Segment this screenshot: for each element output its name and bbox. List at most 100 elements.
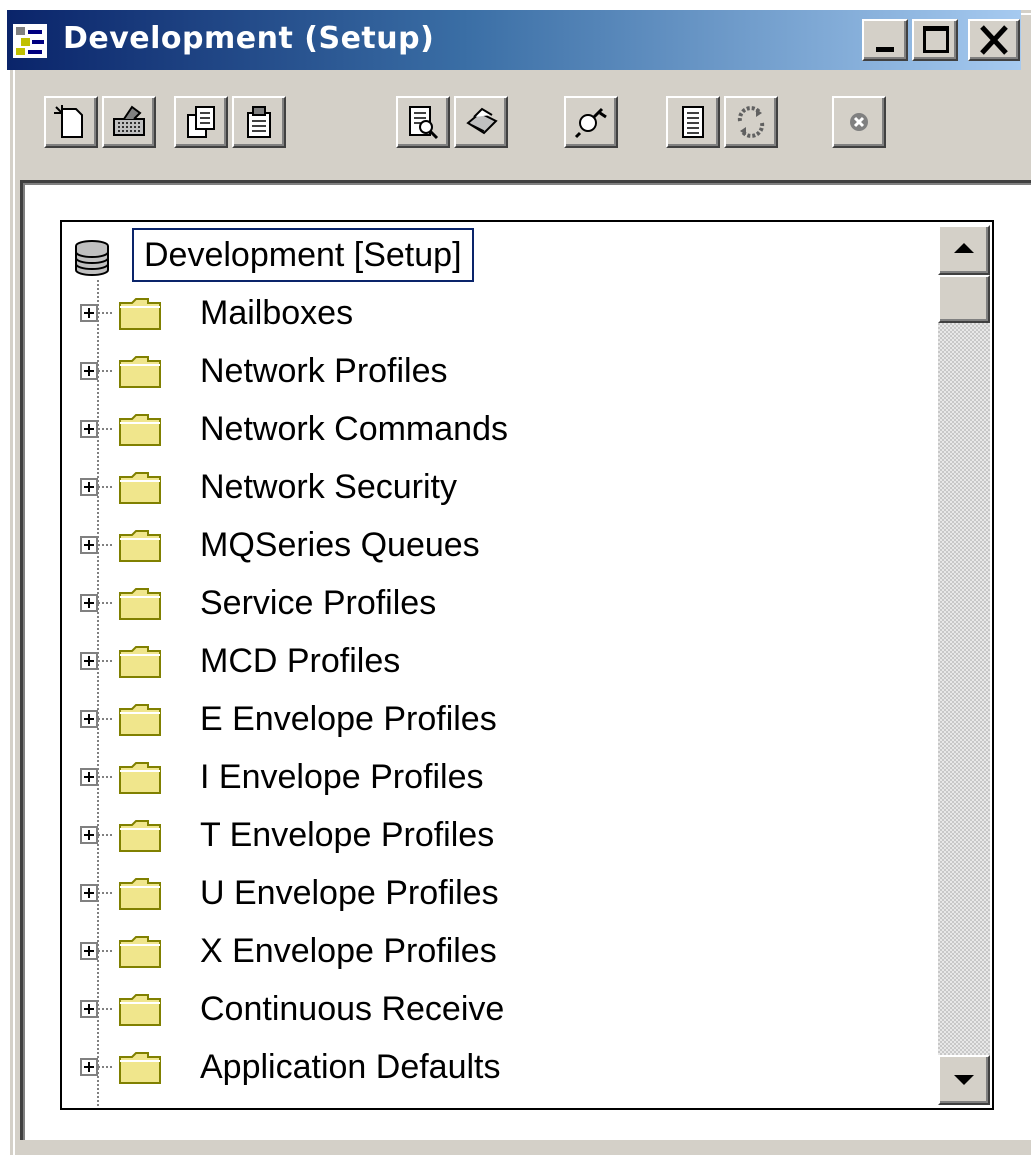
new-icon — [54, 105, 83, 138]
new-button[interactable] — [44, 96, 98, 148]
tree-connector — [98, 544, 112, 546]
expand-icon[interactable] — [80, 594, 98, 612]
tree-node-label[interactable]: X Envelope Profiles — [200, 925, 497, 977]
tree-node-label[interactable]: MCD Profiles — [200, 635, 400, 687]
tree-node[interactable]: E Envelope Profiles — [80, 690, 940, 748]
tree-node[interactable]: Continuous Receive — [80, 980, 940, 1038]
print-preview-button[interactable] — [396, 96, 450, 148]
tree-connector — [98, 1066, 112, 1068]
tree-node[interactable]: Network Security — [80, 458, 940, 516]
expand-icon[interactable] — [80, 884, 98, 902]
tree-node-label[interactable]: U Envelope Profiles — [200, 867, 499, 919]
folder-icon — [119, 588, 161, 620]
folder-icon — [119, 704, 161, 736]
database-icon — [75, 240, 109, 276]
maximize-button[interactable] — [912, 19, 958, 61]
folder-icon — [119, 414, 161, 446]
tree-connector — [98, 834, 112, 836]
keyboard-button[interactable] — [102, 96, 156, 148]
find-icon — [574, 107, 607, 139]
folder-icon — [119, 646, 161, 678]
folder-icon — [119, 820, 161, 852]
tree-connector — [98, 1008, 112, 1010]
tree-view[interactable]: Development [Setup] Mailboxes Network Pro… — [60, 220, 994, 1110]
minimize-button[interactable] — [862, 19, 908, 61]
tree-node-label[interactable]: I Envelope Profiles — [200, 751, 484, 803]
minimize-icon — [876, 47, 894, 52]
tree-node-label[interactable]: Mailboxes — [200, 287, 353, 339]
keyboard-icon — [113, 105, 145, 136]
tree-node[interactable]: Mailboxes — [80, 284, 940, 342]
expand-icon[interactable] — [80, 652, 98, 670]
tree-node[interactable]: MCD Profiles — [80, 632, 940, 690]
expand-icon[interactable] — [80, 536, 98, 554]
tree-node-label[interactable]: Service Profiles — [200, 577, 436, 629]
expand-icon[interactable] — [80, 826, 98, 844]
tree-connector — [98, 370, 112, 372]
folder-icon — [119, 298, 161, 330]
report-button[interactable] — [666, 96, 720, 148]
tree-node-label[interactable]: Network Commands — [200, 403, 508, 455]
expand-icon[interactable] — [80, 942, 98, 960]
exit-button[interactable] — [832, 96, 886, 148]
tree-node[interactable]: Application Defaults — [80, 1038, 940, 1096]
tree-connector — [98, 428, 112, 430]
tree-node-label[interactable]: Network Security — [200, 461, 457, 513]
expand-icon[interactable] — [80, 304, 98, 322]
tree-connector — [98, 892, 112, 894]
folder-icon — [119, 762, 161, 794]
tree-node[interactable]: U Envelope Profiles — [80, 864, 940, 922]
tree-node-label[interactable]: E Envelope Profiles — [200, 693, 497, 745]
expand-icon[interactable] — [80, 768, 98, 786]
printer-icon — [466, 107, 498, 135]
folder-icon — [119, 472, 161, 504]
tree-node[interactable]: T Envelope Profiles — [80, 806, 940, 864]
folder-icon — [119, 1052, 161, 1084]
toolbar — [10, 86, 1020, 170]
tree-node-label[interactable]: Continuous Receive — [200, 983, 504, 1035]
expand-icon[interactable] — [80, 362, 98, 380]
find-button[interactable] — [564, 96, 618, 148]
tree-node[interactable]: I Envelope Profiles — [80, 748, 940, 806]
tree-connector — [98, 486, 112, 488]
print-preview-icon — [409, 106, 439, 140]
exit-icon — [850, 113, 868, 131]
arrow-up-icon — [954, 243, 974, 253]
tree-connector — [98, 950, 112, 952]
refresh-button[interactable] — [724, 96, 778, 148]
title-bar[interactable]: Development (Setup) — [7, 10, 1021, 70]
arrow-down-icon — [954, 1075, 974, 1085]
tree-node[interactable]: Network Commands — [80, 400, 940, 458]
expand-icon[interactable] — [80, 420, 98, 438]
tree-node-label[interactable]: T Envelope Profiles — [200, 809, 494, 861]
expand-icon[interactable] — [80, 478, 98, 496]
tree-node[interactable]: Network Profiles — [80, 342, 940, 400]
tree-connector — [98, 602, 112, 604]
app-icon[interactable] — [13, 24, 47, 58]
tree-node[interactable]: MQSeries Queues — [80, 516, 940, 574]
expand-icon[interactable] — [80, 1058, 98, 1076]
close-button[interactable] — [968, 19, 1020, 61]
paste-button[interactable] — [232, 96, 286, 148]
tree-node-label[interactable]: MQSeries Queues — [200, 519, 480, 571]
window-bottom-frame — [17, 1140, 1031, 1155]
tree-node[interactable]: Service Profiles — [80, 574, 940, 632]
tree-node[interactable]: X Envelope Profiles — [80, 922, 940, 980]
folder-icon — [119, 878, 161, 910]
tree-node-label[interactable]: Network Profiles — [200, 345, 448, 397]
expand-icon[interactable] — [80, 1000, 98, 1018]
tree-root-label[interactable]: Development [Setup] — [132, 228, 474, 282]
print-button[interactable] — [454, 96, 508, 148]
copy-icon — [187, 106, 215, 138]
copy-button[interactable] — [174, 96, 228, 148]
scroll-down-button[interactable] — [938, 1055, 990, 1105]
tree-node-label[interactable]: Application Defaults — [200, 1041, 501, 1093]
vertical-scrollbar[interactable] — [938, 225, 990, 1105]
scroll-thumb[interactable] — [938, 275, 990, 323]
refresh-icon — [737, 106, 765, 138]
scroll-up-button[interactable] — [938, 225, 990, 275]
expand-icon[interactable] — [80, 710, 98, 728]
folder-icon — [119, 356, 161, 388]
report-icon — [682, 106, 704, 138]
paste-icon — [247, 106, 271, 138]
